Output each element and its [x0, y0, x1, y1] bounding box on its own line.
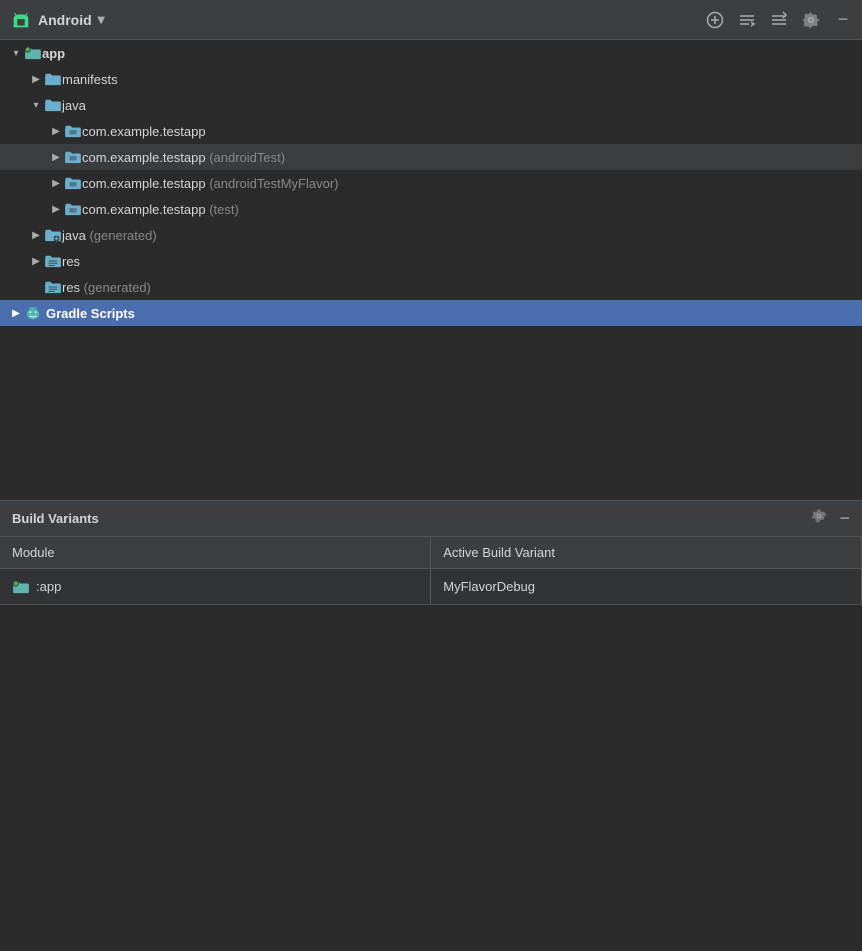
chevron-app: ▾ — [8, 45, 24, 61]
java-label: java — [62, 98, 86, 113]
table-row: :app MyFlavorDebug — [0, 569, 862, 605]
java-gen-label: java (generated) — [62, 228, 157, 243]
folder-icon-java-gen — [44, 228, 62, 242]
tree-item-pkg1[interactable]: ▶ com.example.testapp — [0, 118, 862, 144]
manifests-label: manifests — [62, 72, 118, 87]
res-label: res — [62, 254, 80, 269]
folder-icon-pkg4 — [64, 202, 82, 216]
col-header-variant: Active Build Variant — [431, 537, 862, 569]
build-variants-title: Build Variants — [12, 511, 811, 526]
module-folder-icon — [12, 580, 30, 594]
pkg4-label: com.example.testapp (test) — [82, 202, 239, 217]
chevron-gradle: ▶ — [8, 305, 24, 321]
gradle-scripts-label: Gradle Scripts — [46, 306, 135, 321]
col-header-module: Module — [0, 537, 431, 569]
gear-icon[interactable] — [802, 11, 820, 29]
folder-icon-pkg1 — [64, 124, 82, 138]
toolbar: Android ▾ — [0, 0, 862, 40]
view-label: Android — [38, 12, 92, 28]
chevron-res: ▶ — [28, 253, 44, 269]
collapse-icon[interactable] — [770, 11, 788, 29]
tree-item-res[interactable]: ▶ res — [0, 248, 862, 274]
tree-item-manifests[interactable]: ▶ manifests — [0, 66, 862, 92]
toolbar-actions: − — [706, 11, 852, 29]
tree-item-app[interactable]: ▾ app — [0, 40, 862, 66]
chevron-java: ▾ — [28, 97, 44, 113]
tree-item-res-gen[interactable]: ▶ res (generated) — [0, 274, 862, 300]
tree-item-pkg4[interactable]: ▶ com.example.testapp (test) — [0, 196, 862, 222]
folder-icon-java — [44, 98, 62, 112]
sync-icon[interactable] — [738, 11, 756, 29]
chevron-java-gen: ▶ — [28, 227, 44, 243]
bottom-area — [0, 605, 862, 951]
folder-icon-pkg2 — [64, 150, 82, 164]
minimize-icon[interactable]: − — [834, 11, 852, 29]
bv-minimize-icon[interactable]: − — [839, 508, 850, 529]
module-cell: :app — [0, 569, 431, 605]
android-icon — [10, 9, 32, 31]
toolbar-title: Android ▾ — [10, 9, 706, 31]
chevron-pkg4: ▶ — [48, 201, 64, 217]
folder-icon-pkg3 — [64, 176, 82, 190]
folder-icon-res — [44, 254, 62, 268]
build-variants-panel: Build Variants − Module Active Build Var… — [0, 500, 862, 605]
build-variants-table: Module Active Build Variant :app — [0, 537, 862, 605]
add-icon[interactable] — [706, 11, 724, 29]
chevron-manifests: ▶ — [28, 71, 44, 87]
tree-item-pkg3[interactable]: ▶ com.example.testapp (androidTestMyFlav… — [0, 170, 862, 196]
bv-gear-icon[interactable] — [811, 508, 827, 529]
bv-header-icons: − — [811, 508, 850, 529]
tree-item-gradle-scripts[interactable]: ▶ Gradle Scripts — [0, 300, 862, 326]
pkg1-label: com.example.testapp — [82, 124, 206, 139]
module-name: :app — [36, 579, 61, 594]
chevron-pkg1: ▶ — [48, 123, 64, 139]
pkg2-label: com.example.testapp (androidTest) — [82, 150, 285, 165]
variant-value: MyFlavorDebug — [443, 579, 535, 594]
folder-icon-app — [24, 46, 42, 60]
tree-item-java-gen[interactable]: ▶ java (generated) — [0, 222, 862, 248]
gradle-icon — [24, 304, 42, 322]
app-label: app — [42, 46, 65, 61]
project-tree: ▾ app ▶ manifests ▾ java ▶ — [0, 40, 862, 500]
tree-item-pkg2[interactable]: ▶ com.example.testapp (androidTest) — [0, 144, 862, 170]
folder-icon-res-gen — [44, 280, 62, 294]
build-variants-header: Build Variants − — [0, 501, 862, 537]
chevron-pkg3: ▶ — [48, 175, 64, 191]
chevron-pkg2: ▶ — [48, 149, 64, 165]
tree-item-java[interactable]: ▾ java — [0, 92, 862, 118]
folder-icon-manifests — [44, 72, 62, 86]
dropdown-chevron[interactable]: ▾ — [98, 11, 105, 28]
res-gen-label: res (generated) — [62, 280, 151, 295]
variant-cell[interactable]: MyFlavorDebug — [431, 569, 862, 605]
pkg3-label: com.example.testapp (androidTestMyFlavor… — [82, 176, 339, 191]
